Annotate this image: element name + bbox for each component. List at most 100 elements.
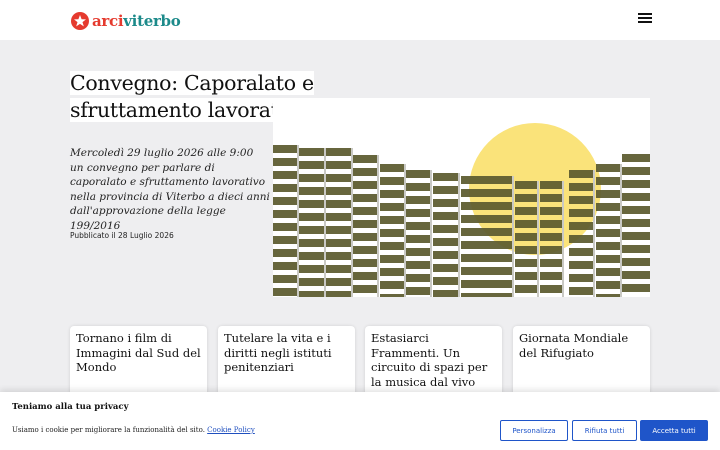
hero-band [569, 248, 593, 256]
logo-wordmark: arciviterbo [92, 12, 181, 30]
hero-band [569, 183, 593, 191]
hero-band [515, 233, 537, 241]
hero-band [380, 203, 404, 211]
hero-band [622, 258, 650, 266]
hero-column-edge [458, 173, 460, 297]
related-card-title[interactable]: Tutelare la vita e i diritti negli istit… [224, 331, 351, 375]
hero-band [622, 245, 650, 253]
hero-band [540, 233, 562, 241]
hero-band [569, 196, 593, 204]
hero-band [569, 170, 593, 178]
hero-band [596, 190, 620, 198]
hero-band [540, 259, 562, 267]
publish-date: Pubblicato il 28 Luglio 2026 [70, 231, 174, 240]
customize-cookies-button[interactable]: Personalizza [500, 420, 568, 441]
hero-band [540, 285, 562, 293]
hero-band [596, 281, 620, 289]
cookie-policy-link[interactable]: Cookie Policy [207, 426, 255, 434]
hero-band [353, 220, 377, 228]
hamburger-menu-icon[interactable] [638, 13, 652, 25]
hero-band [569, 274, 593, 282]
hero-band [406, 287, 430, 295]
hero-band [569, 261, 593, 269]
hero-band [299, 161, 324, 169]
hero-band [326, 187, 351, 195]
hero-band [273, 210, 297, 218]
cookie-banner-title: Teniamo alla tua privacy [12, 402, 129, 412]
hero-band [515, 220, 537, 228]
related-card-title[interactable]: Tornano i film di Immagini dal Sud del M… [76, 331, 203, 375]
hero-band [596, 177, 620, 185]
hero-band [353, 181, 377, 189]
hero-band [433, 277, 458, 285]
hero-band [569, 235, 593, 243]
hero-band [353, 259, 377, 267]
hero-band [461, 241, 512, 249]
hero-band [299, 278, 324, 286]
hero-band [353, 194, 377, 202]
hero-band [273, 184, 297, 192]
hero-band [380, 294, 404, 297]
hero-band [273, 223, 297, 231]
hero-band [515, 285, 537, 293]
hero-band [299, 213, 324, 221]
hero-band [326, 252, 351, 260]
site-logo[interactable]: arciviterbo [71, 11, 181, 31]
related-card[interactable]: Tornano i film di Immagini dal Sud del M… [70, 326, 207, 396]
hero-band [353, 155, 377, 163]
hero-band [461, 202, 512, 210]
hero-column-edge [324, 148, 326, 297]
hero-band [326, 239, 351, 247]
hero-band [380, 164, 404, 172]
hero-band [540, 207, 562, 215]
hero-band [380, 229, 404, 237]
hero-band [515, 272, 537, 280]
hero-band [353, 272, 377, 280]
hero-band [540, 246, 562, 254]
related-card[interactable]: Estasiarci Frammenti. Un circuito di spa… [365, 326, 502, 396]
hero-band [299, 200, 324, 208]
hero-band [273, 236, 297, 244]
hero-band [622, 232, 650, 240]
hero-band [622, 180, 650, 188]
hero-band [622, 167, 650, 175]
related-card[interactable]: Giornata Mondiale del Rifugiato [513, 326, 650, 396]
hero-band [596, 294, 620, 297]
hero-illustration [273, 123, 650, 297]
hero-band [461, 293, 512, 297]
hero-band [273, 288, 297, 296]
hero-band [406, 248, 430, 256]
site-header: arciviterbo [0, 0, 720, 40]
hero-band [540, 181, 562, 189]
hero-column-edge [512, 176, 514, 297]
accept-all-cookies-button[interactable]: Accetta tutti [640, 420, 708, 441]
hero-band [353, 285, 377, 293]
hero-band [622, 271, 650, 279]
hero-band [461, 228, 512, 236]
hero-band [326, 148, 351, 156]
hero-band [273, 158, 297, 166]
hero-band [273, 262, 297, 270]
related-card-title[interactable]: Estasiarci Frammenti. Un circuito di spa… [371, 331, 498, 389]
related-card-title[interactable]: Giornata Mondiale del Rifugiato [519, 331, 646, 360]
hero-band [326, 226, 351, 234]
hero-band [433, 290, 458, 297]
hero-band [596, 255, 620, 263]
hero-band [461, 189, 512, 197]
hero-column-edge [593, 170, 595, 297]
hero-band [433, 212, 458, 220]
hero-band [406, 222, 430, 230]
hero-band [433, 251, 458, 259]
hero-band [273, 145, 297, 153]
hero-band [622, 219, 650, 227]
reject-all-cookies-button[interactable]: Rifiuta tutti [572, 420, 637, 441]
hero-band [569, 209, 593, 217]
article-excerpt: Mercoledì 29 luglio 2026 alle 9:00 un co… [70, 147, 270, 232]
hero-band [299, 226, 324, 234]
related-card[interactable]: Tutelare la vita e i diritti negli istit… [218, 326, 355, 396]
hero-band [326, 213, 351, 221]
hero-band [273, 197, 297, 205]
hero-band [299, 291, 324, 297]
hero-band [353, 168, 377, 176]
hero-band [622, 206, 650, 214]
